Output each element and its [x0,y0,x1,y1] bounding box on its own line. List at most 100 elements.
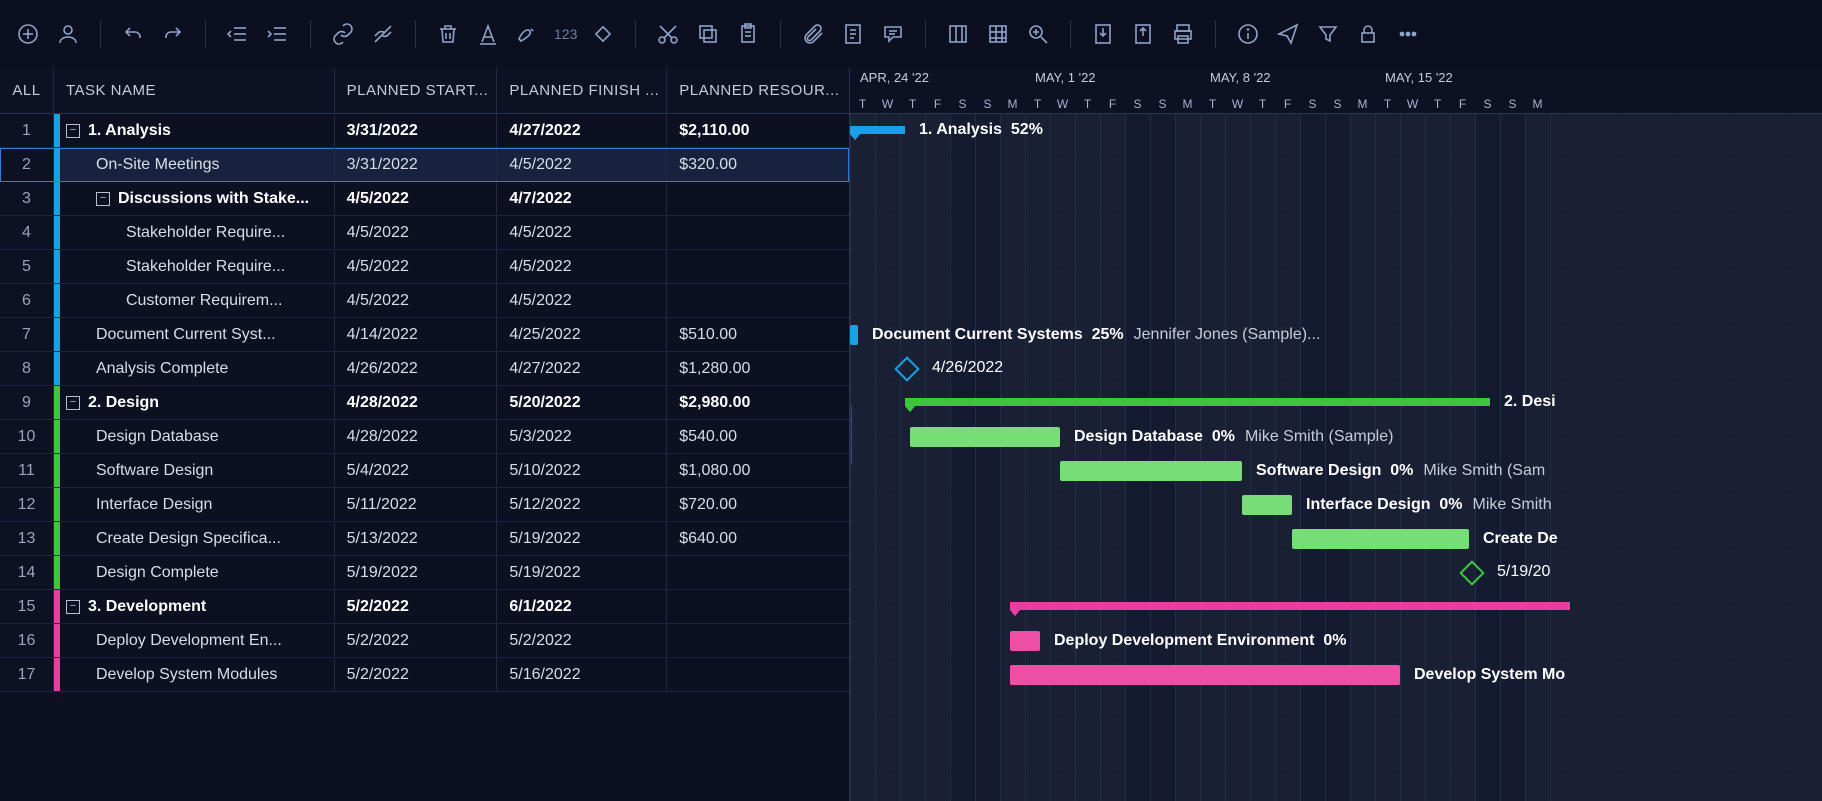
col-header-task[interactable]: TASK NAME [54,68,335,113]
planned-start-cell[interactable]: 4/28/2022 [335,386,498,419]
task-row[interactable]: 10Design Database4/28/20225/3/2022$540.0… [0,420,849,454]
row-number[interactable]: 7 [0,318,54,351]
cut-button[interactable] [650,16,686,52]
task-row[interactable]: 6Customer Requirem...4/5/20224/5/2022 [0,284,849,318]
planned-start-cell[interactable]: 5/19/2022 [335,556,498,589]
columns-button[interactable] [940,16,976,52]
task-row[interactable]: 1−1. Analysis3/31/20224/27/2022$2,110.00 [0,114,849,148]
task-cell[interactable]: Software Design [54,454,335,487]
planned-resource-cell[interactable]: $1,080.00 [667,454,849,487]
row-number[interactable]: 10 [0,420,54,453]
planned-finish-cell[interactable]: 4/5/2022 [497,250,667,283]
planned-resource-cell[interactable] [667,284,849,317]
planned-resource-cell[interactable]: $2,980.00 [667,386,849,419]
row-number[interactable]: 8 [0,352,54,385]
row-number[interactable]: 6 [0,284,54,317]
redo-button[interactable] [155,16,191,52]
col-header-start[interactable]: PLANNED START... [335,68,498,113]
export-button[interactable] [1125,16,1161,52]
print-button[interactable] [1165,16,1201,52]
send-button[interactable] [1270,16,1306,52]
link-button[interactable] [325,16,361,52]
task-row[interactable]: 12Interface Design5/11/20225/12/2022$720… [0,488,849,522]
gantt-summary-bar[interactable]: 1. Analysis 52% [850,126,905,134]
row-number[interactable]: 3 [0,182,54,215]
planned-finish-cell[interactable]: 5/10/2022 [497,454,667,487]
task-row[interactable]: 8Analysis Complete4/26/20224/27/2022$1,2… [0,352,849,386]
planned-finish-cell[interactable]: 4/5/2022 [497,148,667,181]
assign-user-button[interactable] [50,16,86,52]
task-cell[interactable]: −Discussions with Stake... [54,182,335,215]
gantt-milestone[interactable] [894,356,919,381]
task-cell[interactable]: Document Current Syst... [54,318,335,351]
planned-resource-cell[interactable] [667,182,849,215]
info-button[interactable] [1230,16,1266,52]
gantt-task-bar[interactable]: Software Design 0%Mike Smith (Sam [1060,461,1242,481]
planned-finish-cell[interactable]: 5/19/2022 [497,556,667,589]
planned-finish-cell[interactable]: 4/5/2022 [497,284,667,317]
row-number[interactable]: 13 [0,522,54,555]
planned-finish-cell[interactable]: 4/7/2022 [497,182,667,215]
task-cell[interactable]: Deploy Development En... [54,624,335,657]
row-number[interactable]: 1 [0,114,54,147]
gantt-task-bar[interactable]: Design Database 0%Mike Smith (Sample) [910,427,1060,447]
row-number[interactable]: 4 [0,216,54,249]
gantt-task-bar[interactable]: Deploy Development Environment 0% [1010,631,1040,651]
planned-resource-cell[interactable]: $2,110.00 [667,114,849,147]
zoom-button[interactable] [1020,16,1056,52]
task-cell[interactable]: Design Complete [54,556,335,589]
row-number[interactable]: 9 [0,386,54,419]
planned-start-cell[interactable]: 5/13/2022 [335,522,498,555]
row-number[interactable]: 2 [0,148,54,181]
planned-start-cell[interactable]: 4/5/2022 [335,284,498,317]
task-row[interactable]: 17Develop System Modules5/2/20225/16/202… [0,658,849,692]
row-number[interactable]: 12 [0,488,54,521]
col-header-all[interactable]: ALL [0,68,54,113]
planned-start-cell[interactable]: 5/2/2022 [335,624,498,657]
lock-button[interactable] [1350,16,1386,52]
add-button[interactable] [10,16,46,52]
gantt-summary-bar[interactable]: 2. Desi [905,398,1490,406]
task-cell[interactable]: −1. Analysis [54,114,335,147]
planned-finish-cell[interactable]: 6/1/2022 [497,590,667,623]
column-numbering-label[interactable]: 123 [550,26,581,42]
task-row[interactable]: 9−2. Design4/28/20225/20/2022$2,980.00 [0,386,849,420]
task-row[interactable]: 13Create Design Specifica...5/13/20225/1… [0,522,849,556]
task-cell[interactable]: −2. Design [54,386,335,419]
gantt-task-bar[interactable]: Document Current Systems 25%Jennifer Jon… [850,325,858,345]
gantt-chart[interactable]: APR, 24 '22MAY, 1 '22MAY, 8 '22MAY, 15 '… [850,68,1822,801]
planned-finish-cell[interactable]: 5/3/2022 [497,420,667,453]
planned-start-cell[interactable]: 3/31/2022 [335,148,498,181]
planned-start-cell[interactable]: 5/11/2022 [335,488,498,521]
filter-button[interactable] [1310,16,1346,52]
gantt-body[interactable]: 1. Analysis 52% Document Current Systems … [850,114,1822,801]
planned-resource-cell[interactable] [667,556,849,589]
copy-button[interactable] [690,16,726,52]
planned-resource-cell[interactable] [667,658,849,691]
collapse-toggle[interactable]: − [96,192,110,206]
delete-button[interactable] [430,16,466,52]
col-header-resource[interactable]: PLANNED RESOUR... [667,68,849,113]
planned-finish-cell[interactable]: 4/5/2022 [497,216,667,249]
outdent-button[interactable] [220,16,256,52]
task-cell[interactable]: Create Design Specifica... [54,522,335,555]
planned-start-cell[interactable]: 4/14/2022 [335,318,498,351]
collapse-toggle[interactable]: − [66,600,80,614]
planned-finish-cell[interactable]: 5/2/2022 [497,624,667,657]
undo-button[interactable] [115,16,151,52]
planned-resource-cell[interactable]: $1,280.00 [667,352,849,385]
planned-finish-cell[interactable]: 4/25/2022 [497,318,667,351]
indent-button[interactable] [260,16,296,52]
task-row[interactable]: 7Document Current Syst...4/14/20224/25/2… [0,318,849,352]
planned-start-cell[interactable]: 4/28/2022 [335,420,498,453]
annotate-button[interactable] [510,16,546,52]
row-number[interactable]: 16 [0,624,54,657]
attach-button[interactable] [795,16,831,52]
row-number[interactable]: 15 [0,590,54,623]
col-header-finish[interactable]: PLANNED FINISH ... [497,68,667,113]
planned-finish-cell[interactable]: 5/19/2022 [497,522,667,555]
milestone-button[interactable] [585,16,621,52]
gantt-task-bar[interactable]: Develop System Mo [1010,665,1400,685]
task-cell[interactable]: On-Site Meetings [54,148,335,181]
collapse-toggle[interactable]: − [66,396,80,410]
